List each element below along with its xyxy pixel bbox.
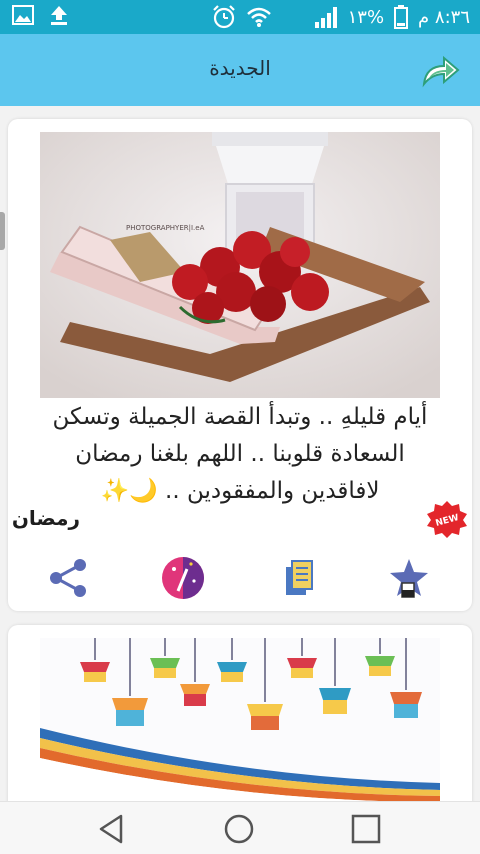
battery-icon bbox=[394, 5, 409, 29]
post-caption: أيام قليلهِ .. وتبدأ القصة الجميلة وتسكن… bbox=[14, 399, 466, 510]
signal-icon bbox=[314, 7, 337, 28]
upload-icon bbox=[51, 6, 67, 25]
caption-line: السعادة قلوبنا .. اللهم بلغنا رمضان bbox=[75, 441, 405, 467]
home-icon[interactable] bbox=[222, 812, 256, 846]
card-actions bbox=[8, 549, 472, 607]
wifi-icon bbox=[246, 7, 271, 27]
post-image[interactable]: PHOTOGRAPHYER|I.eA bbox=[40, 132, 440, 398]
caption-line: لافاقدين والمفقودين .. 🌙✨ bbox=[100, 478, 380, 504]
post-card bbox=[8, 625, 472, 825]
post-card: PHOTOGRAPHYER|I.eA أيام قليلهِ .. وتبدأ … bbox=[8, 119, 472, 611]
image-icon bbox=[12, 5, 34, 25]
share-arrow-icon[interactable] bbox=[420, 54, 460, 88]
alarm-icon bbox=[212, 5, 235, 29]
data-icon: 3G bbox=[282, 8, 304, 26]
share-icon[interactable] bbox=[46, 555, 92, 601]
copy-icon[interactable] bbox=[276, 555, 322, 601]
status-bar: ٨:٣٦ م %١٣ 3G bbox=[0, 0, 480, 34]
favorite-star-icon[interactable] bbox=[386, 555, 432, 601]
back-icon[interactable] bbox=[95, 812, 129, 846]
battery-percent: %١٣ bbox=[347, 6, 385, 28]
page-title: الجديدة bbox=[209, 56, 271, 80]
svg-text:PHOTOGRAPHYER|I.eA: PHOTOGRAPHYER|I.eA bbox=[126, 224, 205, 232]
caption-line: أيام قليلهِ .. وتبدأ القصة الجميلة وتسكن bbox=[52, 404, 428, 430]
app-bar: الجديدة bbox=[0, 34, 480, 106]
magic-wand-icon[interactable] bbox=[160, 555, 206, 601]
post-image[interactable] bbox=[40, 638, 440, 813]
category-label[interactable]: رمضان bbox=[12, 506, 80, 530]
navigation-bar bbox=[0, 801, 480, 854]
recent-apps-icon[interactable] bbox=[349, 812, 383, 846]
new-badge: NEW bbox=[427, 501, 467, 538]
edge-handle[interactable] bbox=[0, 212, 5, 250]
status-time: ٨:٣٦ م bbox=[418, 6, 470, 28]
